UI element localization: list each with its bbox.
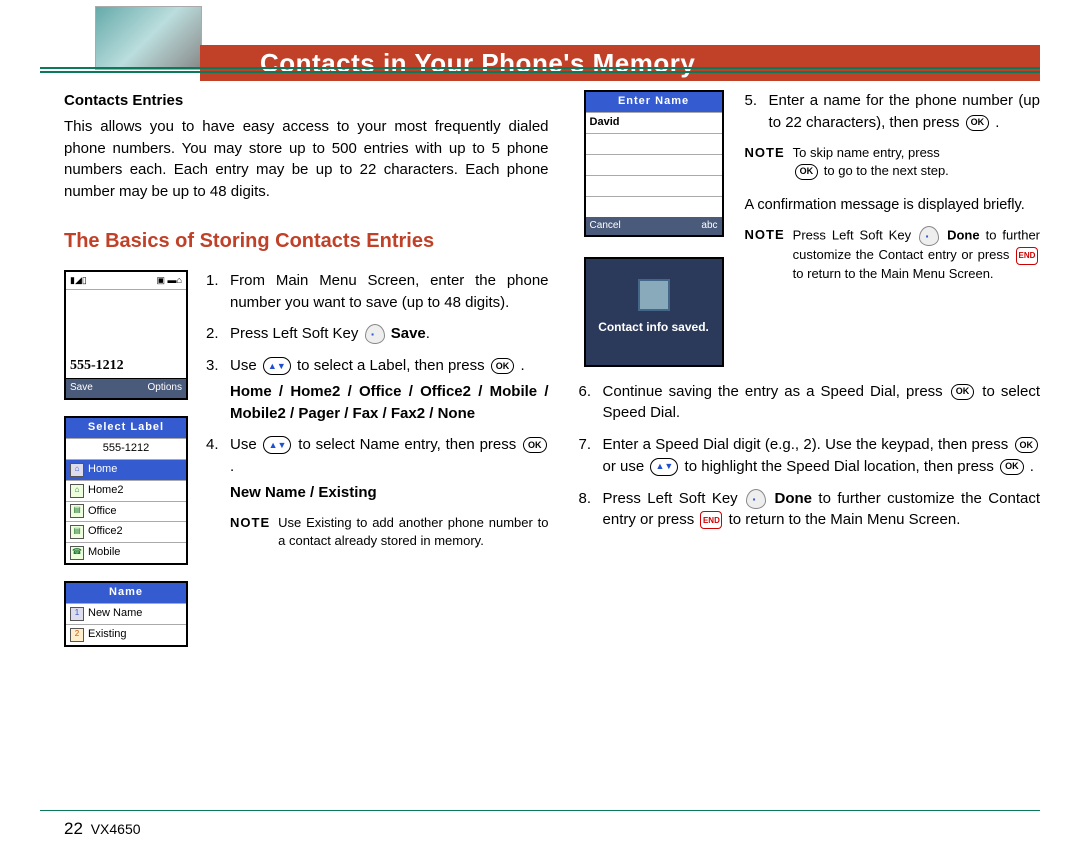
softkey-bar: Cancel abc [586, 217, 722, 236]
ok-key-icon: OK [1000, 459, 1024, 475]
page-title: Contacts in Your Phone's Memory [260, 48, 695, 79]
note-skip-name: NOTE To skip name entry, press OK to go … [745, 144, 1040, 182]
step-2: Press Left Soft Key Save. [230, 323, 549, 345]
softkey-left: Save [70, 381, 93, 396]
phone-screen-enter-name: Enter Name David Cancel abc [584, 90, 724, 237]
step-6: Continue saving the entry as a Speed Dia… [603, 381, 1040, 425]
note-text: Press Left Soft Key Done to further cust… [793, 226, 1040, 284]
right-column: Enter Name David Cancel abc Contact info [579, 90, 1040, 803]
saved-dialog: Contact info saved. [586, 259, 722, 364]
ok-key-icon: OK [795, 164, 819, 180]
left-soft-key-icon [746, 489, 766, 509]
header-title-bar: Contacts in Your Phone's Memory [200, 45, 1040, 81]
model-number: VX4650 [91, 821, 141, 837]
ok-key-icon: OK [523, 437, 547, 453]
header-rule-1 [40, 67, 1040, 69]
list-item: ▤Office2 [66, 521, 186, 542]
phone-screen-saved: Contact info saved. [584, 257, 724, 366]
left-soft-key-icon [919, 226, 939, 246]
content-area: Contacts Entries This allows you to have… [64, 90, 1040, 803]
steps-list-6-8: Continue saving the entry as a Speed Dia… [579, 381, 1040, 542]
page-number: 22 [64, 819, 83, 838]
intro-paragraph: This allows you to have easy access to y… [64, 116, 549, 203]
steps-text: From Main Menu Screen, enter the phone n… [206, 270, 549, 647]
nav-key-icon: ▲▼ [650, 458, 678, 476]
phone-screens-column-right: Enter Name David Cancel abc Contact info [579, 90, 729, 367]
softkey-right: abc [701, 219, 717, 234]
step-1: From Main Menu Screen, enter the phone n… [230, 270, 549, 314]
confirmation-text: A confirmation message is displayed brie… [745, 195, 1040, 216]
nav-key-icon: ▲▼ [263, 357, 291, 375]
end-key-icon: END [700, 511, 722, 529]
name-options: New Name / Existing [230, 482, 549, 504]
ok-key-icon: OK [966, 115, 990, 131]
header-rule-2 [40, 71, 1040, 73]
list-item: ⌂Home [66, 459, 186, 480]
note-text: To skip name entry, press OK to go to th… [793, 144, 1040, 182]
phone-screen-dial: ▮◢▯▣ ▬⌂ 555-1212 Save Options [64, 270, 188, 400]
note-label: NOTE [745, 144, 785, 182]
saved-message: Contact info saved. [592, 319, 716, 336]
entered-name: David [586, 112, 722, 133]
nav-key-icon: ▲▼ [263, 436, 291, 454]
note-label: NOTE [745, 226, 785, 284]
blank-row [586, 154, 722, 175]
steps-list-1-4: From Main Menu Screen, enter the phone n… [206, 270, 549, 504]
header-photo [95, 6, 202, 70]
left-soft-key-icon [365, 324, 385, 344]
softkey-left: Cancel [590, 219, 621, 234]
floppy-icon [638, 279, 670, 311]
steps-with-screens: ▮◢▯▣ ▬⌂ 555-1212 Save Options Select Lab… [64, 270, 549, 647]
list-item: ⌂Home2 [66, 480, 186, 501]
step-5: Enter a name for the phone number (up to… [769, 90, 1040, 134]
blank-row [586, 133, 722, 154]
step-8: Press Left Soft Key Done to further cust… [603, 488, 1040, 532]
phone-screens-column: ▮◢▯▣ ▬⌂ 555-1212 Save Options Select Lab… [64, 270, 192, 647]
ok-key-icon: OK [951, 384, 975, 400]
softkey-bar: Save Options [66, 379, 186, 398]
step-7: Enter a Speed Dial digit (e.g., 2). Use … [603, 434, 1040, 478]
list-item: 1New Name [66, 603, 186, 624]
screen-title: Name [66, 583, 186, 603]
end-key-icon: END [1016, 247, 1038, 265]
section-title: The Basics of Storing Contacts Entries [64, 227, 549, 256]
softkey-right: Options [148, 381, 182, 396]
step-3: Use ▲▼ to select a Label, then press OK … [230, 355, 549, 424]
list-item: ▤Office [66, 501, 186, 522]
phone-screen-name: Name 1New Name 2Existing [64, 581, 188, 647]
right-text-upper: Enter a name for the phone number (up to… [745, 90, 1040, 367]
note-label: NOTE [230, 514, 270, 552]
ok-key-icon: OK [1015, 437, 1039, 453]
phone-screen-select-label: Select Label 555-1212 ⌂Home ⌂Home2 ▤Offi… [64, 416, 188, 566]
screen-title: Select Label [66, 418, 186, 438]
note-text: Use Existing to add another phone number… [278, 514, 548, 552]
list-item: ☎Mobile [66, 542, 186, 563]
subsection-heading: Contacts Entries [64, 90, 549, 112]
blank-row [586, 196, 722, 217]
blank-row [586, 175, 722, 196]
screen-subtitle: 555-1212 [66, 438, 186, 459]
ok-key-icon: OK [491, 358, 515, 374]
list-item: 2Existing [66, 624, 186, 645]
label-options: Home / Home2 / Office / Office2 / Mobile… [230, 381, 549, 425]
note-done-customize: NOTE Press Left Soft Key Done to further… [745, 226, 1040, 284]
left-column: Contacts Entries This allows you to have… [64, 90, 549, 803]
step-4: Use ▲▼ to select Name entry, then press … [230, 434, 549, 503]
page-header: Contacts in Your Phone's Memory [0, 20, 1080, 70]
page-footer: 22 VX4650 [64, 819, 141, 839]
dialed-number: 555-1212 [66, 332, 186, 379]
footer-rule [40, 810, 1040, 811]
note-existing: NOTE Use Existing to add another phone n… [230, 514, 549, 552]
screen-title: Enter Name [586, 92, 722, 112]
status-bar: ▮◢▯▣ ▬⌂ [66, 272, 186, 290]
steps-list-5: Enter a name for the phone number (up to… [745, 90, 1040, 134]
